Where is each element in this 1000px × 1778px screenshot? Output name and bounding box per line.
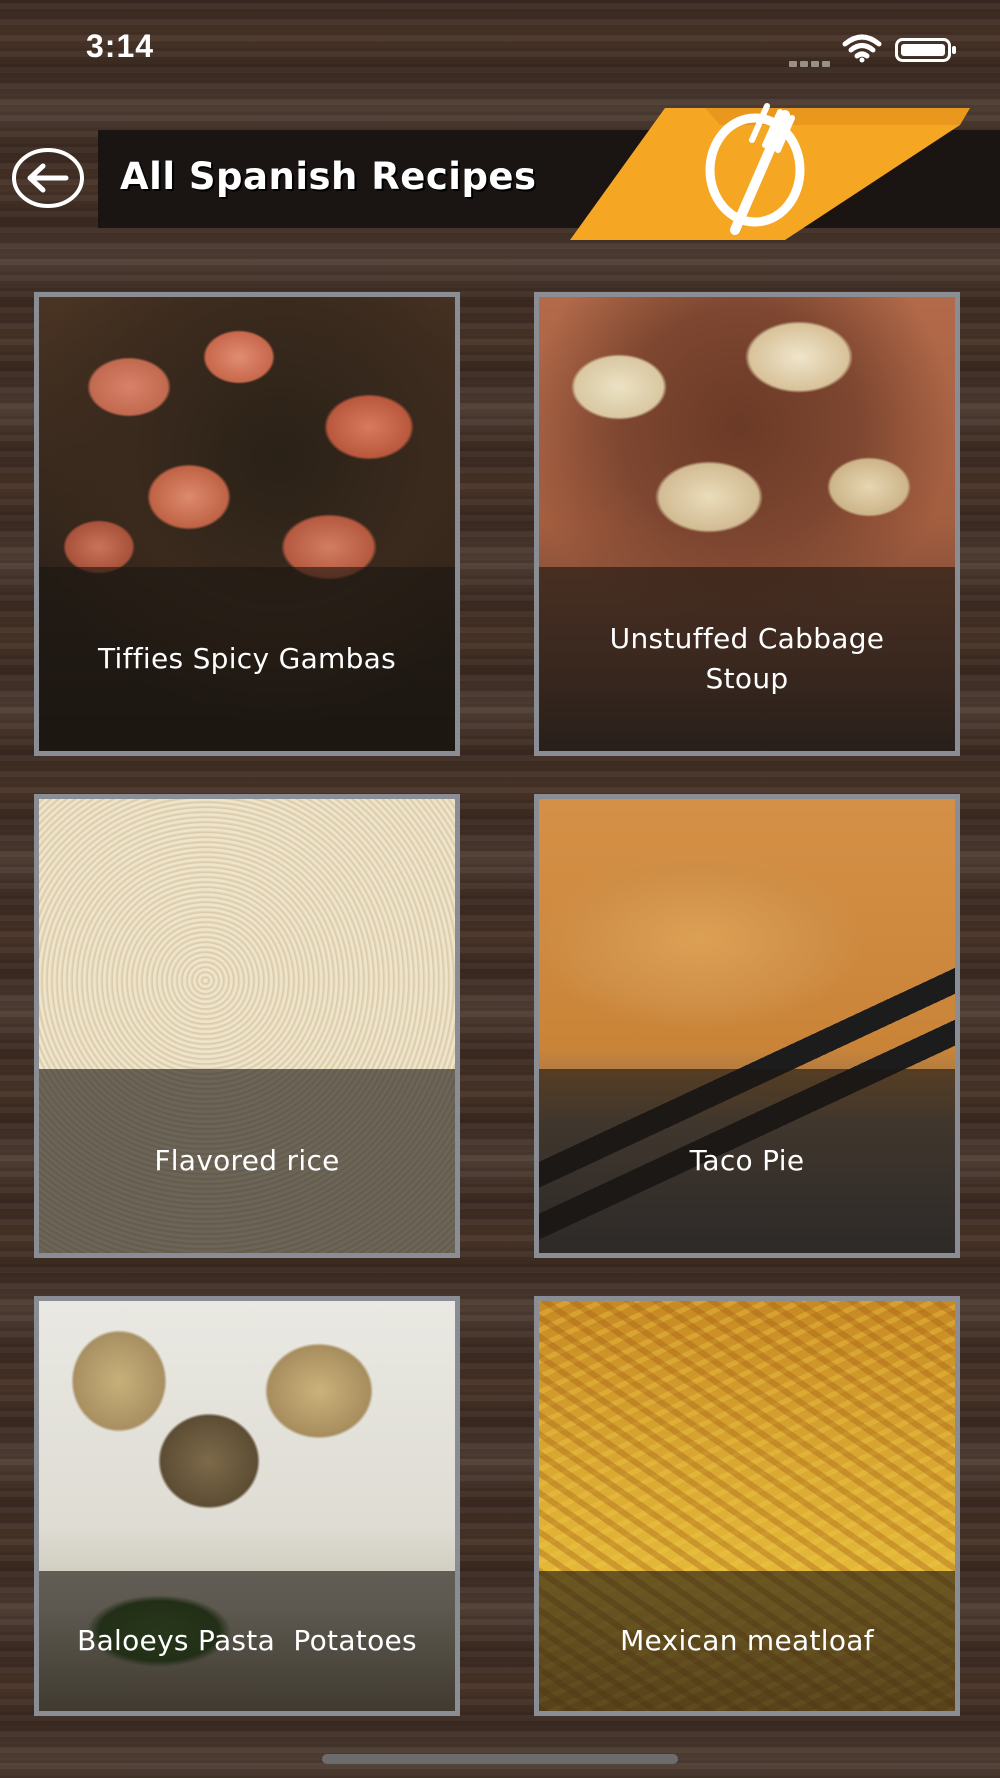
recipe-card[interactable]: Baloeys Pasta Potatoes xyxy=(34,1296,460,1716)
recipe-card[interactable]: Flavored rice xyxy=(34,794,460,1258)
recipe-caption: Flavored rice xyxy=(39,1069,455,1253)
recipe-caption: Mexican meatloaf xyxy=(539,1571,955,1711)
fork-knife-logo-icon xyxy=(570,103,970,240)
recipe-card[interactable]: Taco Pie xyxy=(534,794,960,1258)
home-indicator[interactable] xyxy=(322,1754,678,1764)
back-button[interactable] xyxy=(10,146,86,210)
recipe-name: Baloeys Pasta Potatoes xyxy=(77,1624,417,1657)
wifi-icon xyxy=(842,34,882,63)
back-arrow-icon xyxy=(12,148,84,208)
recipe-card[interactable]: Unstuffed Cabbage Stoup xyxy=(534,292,960,756)
recipe-name: Mexican meatloaf xyxy=(620,1624,874,1657)
recipe-caption: Tiffies Spicy Gambas xyxy=(39,567,455,751)
status-bar: 3:14 xyxy=(0,0,1000,100)
cellular-signal-icon xyxy=(789,52,833,67)
recipe-name: Taco Pie xyxy=(689,1144,805,1177)
status-time: 3:14 xyxy=(86,28,155,64)
recipe-caption: Baloeys Pasta Potatoes xyxy=(39,1571,455,1711)
recipe-name: Unstuffed Cabbage Stoup xyxy=(609,622,885,695)
page-title: All Spanish Recipes xyxy=(120,155,537,198)
recipe-card[interactable]: Tiffies Spicy Gambas xyxy=(34,292,460,756)
recipe-name: Flavored rice xyxy=(154,1144,340,1177)
recipe-caption: Unstuffed Cabbage Stoup xyxy=(539,567,955,751)
recipe-card[interactable]: Mexican meatloaf xyxy=(534,1296,960,1716)
battery-icon xyxy=(895,38,956,62)
recipe-name: Tiffies Spicy Gambas xyxy=(97,642,397,675)
recipe-caption: Taco Pie xyxy=(539,1069,955,1253)
